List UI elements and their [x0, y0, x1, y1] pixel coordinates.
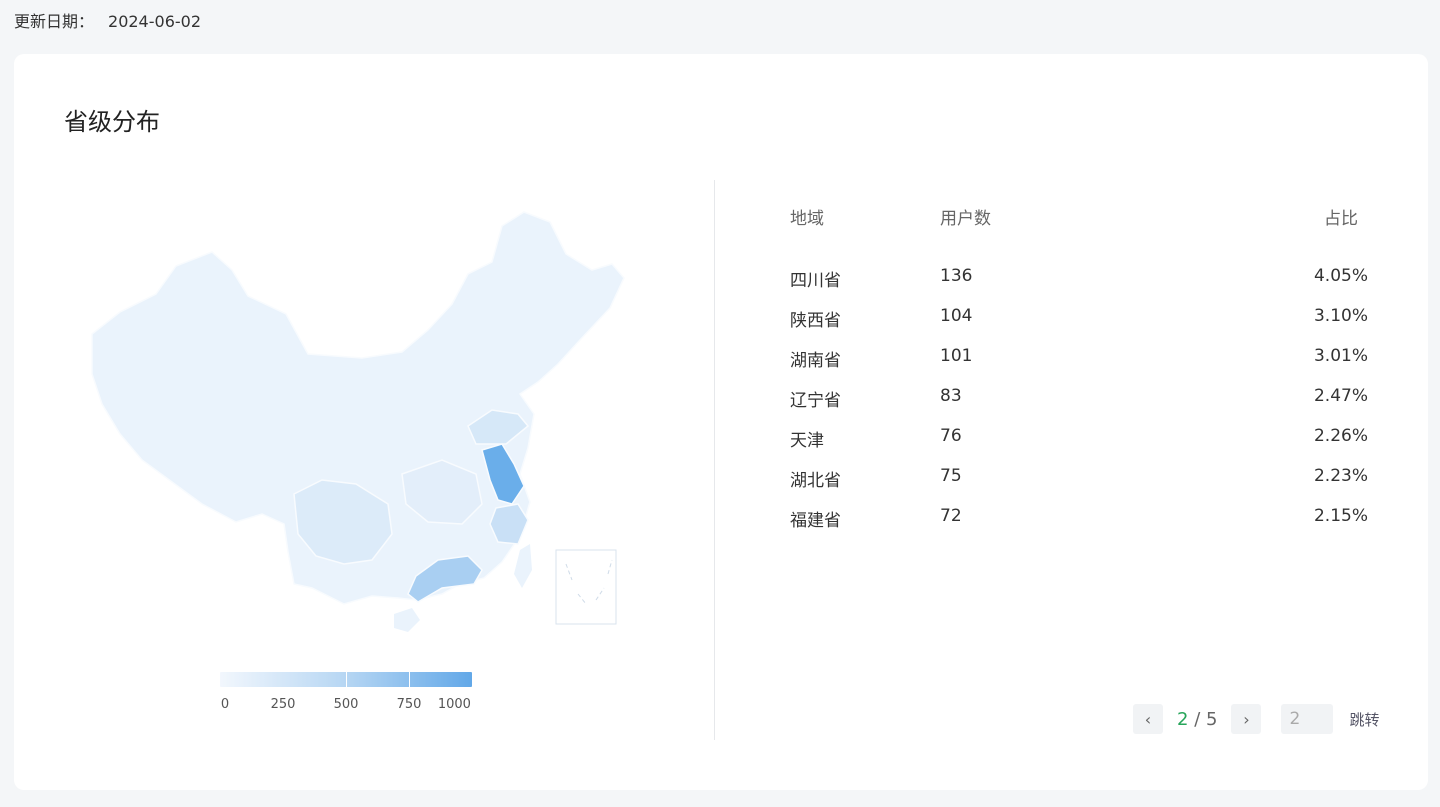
- legend-label-0: 0: [220, 697, 230, 712]
- page-separator: /: [1194, 708, 1201, 730]
- header-pct: 占比: [1324, 209, 1358, 229]
- cell-users: 75: [940, 466, 962, 486]
- cell-region: 陕西省: [790, 311, 841, 331]
- table-row: 湖南省 101 3.01%: [762, 346, 1368, 386]
- map-south-sea-dashes: [565, 559, 613, 605]
- china-map-svg: [91, 211, 625, 632]
- cell-pct: 3.10%: [1313, 306, 1368, 326]
- update-date-value: 2024-06-02: [108, 12, 201, 31]
- map-taiwan[interactable]: [514, 544, 532, 588]
- chevron-left-icon: ‹: [1144, 709, 1152, 729]
- header-users: 用户数: [940, 209, 991, 229]
- cell-users: 136: [940, 266, 973, 286]
- table-row: 天津 76 2.26%: [762, 426, 1368, 466]
- cell-region: 辽宁省: [790, 391, 841, 411]
- map-south-sea-inset: [555, 549, 617, 625]
- total-pages: 5: [1206, 708, 1218, 730]
- cell-users: 72: [940, 506, 962, 526]
- table-row: 四川省 136 4.05%: [762, 266, 1368, 306]
- cell-users: 83: [940, 386, 962, 406]
- jump-button[interactable]: 跳转: [1349, 709, 1379, 730]
- legend-tick: [409, 672, 410, 687]
- map-legend[interactable]: 0 250 500 750 1000: [220, 672, 472, 715]
- legend-label-1000: 1000: [437, 697, 471, 712]
- china-map[interactable]: [72, 204, 632, 644]
- map-zhejiang[interactable]: [489, 503, 529, 545]
- legend-labels: 0 250 500 750 1000: [220, 697, 472, 715]
- cell-users: 104: [940, 306, 973, 326]
- cell-region: 湖南省: [790, 351, 841, 371]
- header-region: 地域: [790, 209, 824, 229]
- table-row: 辽宁省 83 2.47%: [762, 386, 1368, 426]
- cell-pct: 3.01%: [1313, 346, 1368, 366]
- legend-gradient-bar[interactable]: [220, 672, 472, 687]
- prev-page-button[interactable]: ‹: [1133, 704, 1163, 734]
- update-date: 更新日期： 2024-06-02: [14, 8, 201, 32]
- page-indicator: 2 / 5: [1177, 709, 1217, 730]
- legend-label-500: 500: [333, 697, 359, 712]
- table-row: 湖北省 75 2.23%: [762, 466, 1368, 506]
- cell-pct: 2.47%: [1313, 386, 1368, 406]
- next-page-button[interactable]: ›: [1231, 704, 1262, 734]
- cell-region: 福建省: [790, 511, 841, 531]
- cell-pct: 2.15%: [1313, 506, 1368, 526]
- cell-pct: 2.26%: [1313, 426, 1368, 446]
- table-row: 陕西省 104 3.10%: [762, 306, 1368, 346]
- cell-region: 湖北省: [790, 471, 841, 491]
- legend-tick: [346, 672, 347, 687]
- province-table: 地域 用户数 占比 四川省 136 4.05% 陕西省 104 3.10% 湖南省 101 3.…: [762, 204, 1368, 546]
- cell-users: 76: [940, 426, 962, 446]
- card-title: 省级分布: [64, 108, 160, 136]
- chevron-right-icon: ›: [1243, 709, 1250, 729]
- map-hainan[interactable]: [394, 608, 420, 632]
- cell-users: 101: [940, 346, 973, 366]
- page-jump-input[interactable]: [1281, 704, 1334, 734]
- current-page: 2: [1177, 708, 1189, 730]
- cell-pct: 4.05%: [1313, 266, 1368, 286]
- table-row: 福建省 72 2.15%: [762, 506, 1368, 546]
- province-distribution-card: 省级分布 0 250 500 750 1000 地域 用户数 占比 四川省 13…: [14, 54, 1428, 790]
- pagination: ‹ 2 / 5 › 跳转: [1133, 704, 1379, 734]
- legend-label-250: 250: [270, 697, 296, 712]
- cell-region: 四川省: [790, 271, 841, 291]
- table-header: 地域 用户数 占比: [762, 204, 1362, 266]
- divider: [714, 180, 715, 740]
- legend-label-750: 750: [396, 697, 422, 712]
- cell-region: 天津: [790, 431, 824, 451]
- update-date-label: 更新日期：: [14, 12, 95, 31]
- cell-pct: 2.23%: [1313, 466, 1368, 486]
